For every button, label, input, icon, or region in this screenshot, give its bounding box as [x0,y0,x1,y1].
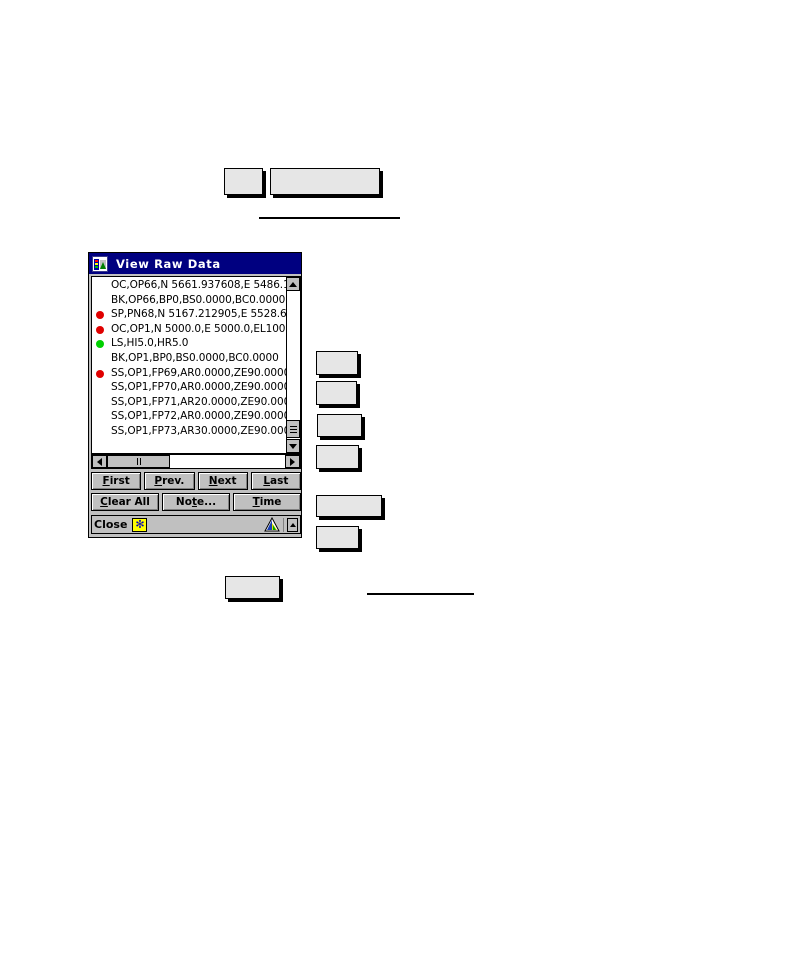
nav-last-button[interactable]: Last [250,472,301,490]
raw-data-line[interactable]: SS,OP1,FP73,AR30.0000,ZE90.0000, [92,424,286,439]
record-marker-red-icon [96,311,104,320]
raw-data-line-text: LS,HI5.0,HR5.0 [111,337,189,350]
raw-data-line-text: BK,OP66,BP0,BS0.0000,BC0.0000 [111,293,286,306]
action-button-row: Clear All No t e... Time [91,493,301,511]
action-clear-all-button[interactable]: Clear All [91,493,159,511]
window-title: View Raw Data [116,256,221,271]
raw-data-line[interactable]: SS,OP1,FP71,AR20.0000,ZE90.0000, [92,395,286,410]
callout-box-top-wide [270,168,380,195]
raw-data-line-text: SS,OP1,FP70,AR0.0000,ZE90.0000,S [111,381,286,394]
tray-up-arrow-icon[interactable] [287,517,298,532]
action-note-button[interactable]: No t e... [162,493,230,511]
raw-data-line[interactable]: BK,OP66,BP0,BS0.0000,BC0.0000 [92,293,286,308]
raw-data-line-text: SS,OP1,FP71,AR20.0000,ZE90.0000, [111,395,286,408]
window-statusbar: Close ✻ [91,515,301,534]
close-button[interactable]: Close [94,518,127,531]
record-marker-green-icon [96,340,104,349]
raw-data-line[interactable]: BK,OP1,BP0,BS0.0000,BC0.0000 [92,351,286,366]
raw-data-line[interactable]: SP,PN68,N 5167.212905,E 5528.680 [92,307,286,322]
scroll-up-arrow-icon[interactable] [286,277,300,291]
callout-box-right-5 [316,495,382,517]
scroll-left-arrow-icon[interactable] [92,455,107,468]
callout-box-right-2 [316,381,357,405]
scroll-right-arrow-icon[interactable] [285,455,300,468]
horizontal-scrollbar[interactable] [91,454,301,469]
raw-data-line-text: SS,OP1,FP69,AR0.0000,ZE90.0000,S [111,366,286,379]
callout-box-bottom [225,576,280,599]
window-titlebar: View Raw Data [89,253,301,274]
nav-first-button[interactable]: First [91,472,142,490]
raw-data-line-text: OC,OP1,N 5000.0,E 5000.0,EL100.0, [111,322,286,335]
callout-box-right-3 [317,414,362,437]
raw-data-line[interactable]: SS,OP1,FP70,AR0.0000,ZE90.0000,S [92,380,286,395]
underline-rule-top [259,217,400,219]
record-marker-red-icon [96,369,104,378]
raw-data-list-body[interactable]: OC,OP66,N 5661.937608,E 5486.17( BK,OP66,… [92,277,286,453]
view-raw-data-window: View Raw Data OC,OP66,N 5661.937608,E 54… [88,252,302,538]
navigation-button-row: First Prev. Next Last [91,472,301,490]
raw-data-line[interactable]: SS,OP1,FP72,AR0.0000,ZE90.0000,S [92,409,286,424]
raw-data-line[interactable]: OC,OP1,N 5000.0,E 5000.0,EL100.0, [92,322,286,337]
callout-box-top-small [224,168,263,195]
raw-data-line[interactable]: SS,OP1,FP69,AR0.0000,ZE90.0000,S [92,366,286,381]
underline-rule-bottom [367,593,474,595]
raw-data-line-text: OC,OP66,N 5661.937608,E 5486.17( [111,279,286,291]
raw-data-line[interactable]: LS,HI5.0,HR5.0 [92,336,286,351]
raw-data-line-text: SP,PN68,N 5167.212905,E 5528.680 [111,308,286,321]
raw-data-list[interactable]: OC,OP66,N 5661.937608,E 5486.17( BK,OP66,… [91,276,301,454]
callout-box-right-1 [316,351,358,375]
horizontal-scrollbar-thumb[interactable] [107,455,170,468]
star-button-icon[interactable]: ✻ [132,517,148,532]
nav-prev-button[interactable]: Prev. [144,472,195,490]
pyramid-tray-icon[interactable] [264,516,280,532]
callout-box-right-6 [316,526,359,549]
survey-data-icon [92,255,108,272]
raw-data-line-text: BK,OP1,BP0,BS0.0000,BC0.0000 [111,351,279,364]
raw-data-line-text: SS,OP1,FP73,AR30.0000,ZE90.0000, [111,424,286,437]
statusbar-divider [283,517,284,532]
vertical-scrollbar-thumb[interactable] [286,420,300,438]
raw-data-line-text: SS,OP1,FP72,AR0.0000,ZE90.0000,S [111,410,286,423]
vertical-scrollbar[interactable] [286,277,300,453]
horizontal-scrollbar-track[interactable] [107,455,285,468]
nav-next-button[interactable]: Next [197,472,248,490]
action-time-button[interactable]: Time [233,493,301,511]
callout-box-right-4 [316,445,359,469]
record-marker-red-icon [96,325,104,334]
raw-data-line[interactable]: OC,OP66,N 5661.937608,E 5486.17( [92,278,286,293]
scroll-down-arrow-icon[interactable] [286,439,300,453]
